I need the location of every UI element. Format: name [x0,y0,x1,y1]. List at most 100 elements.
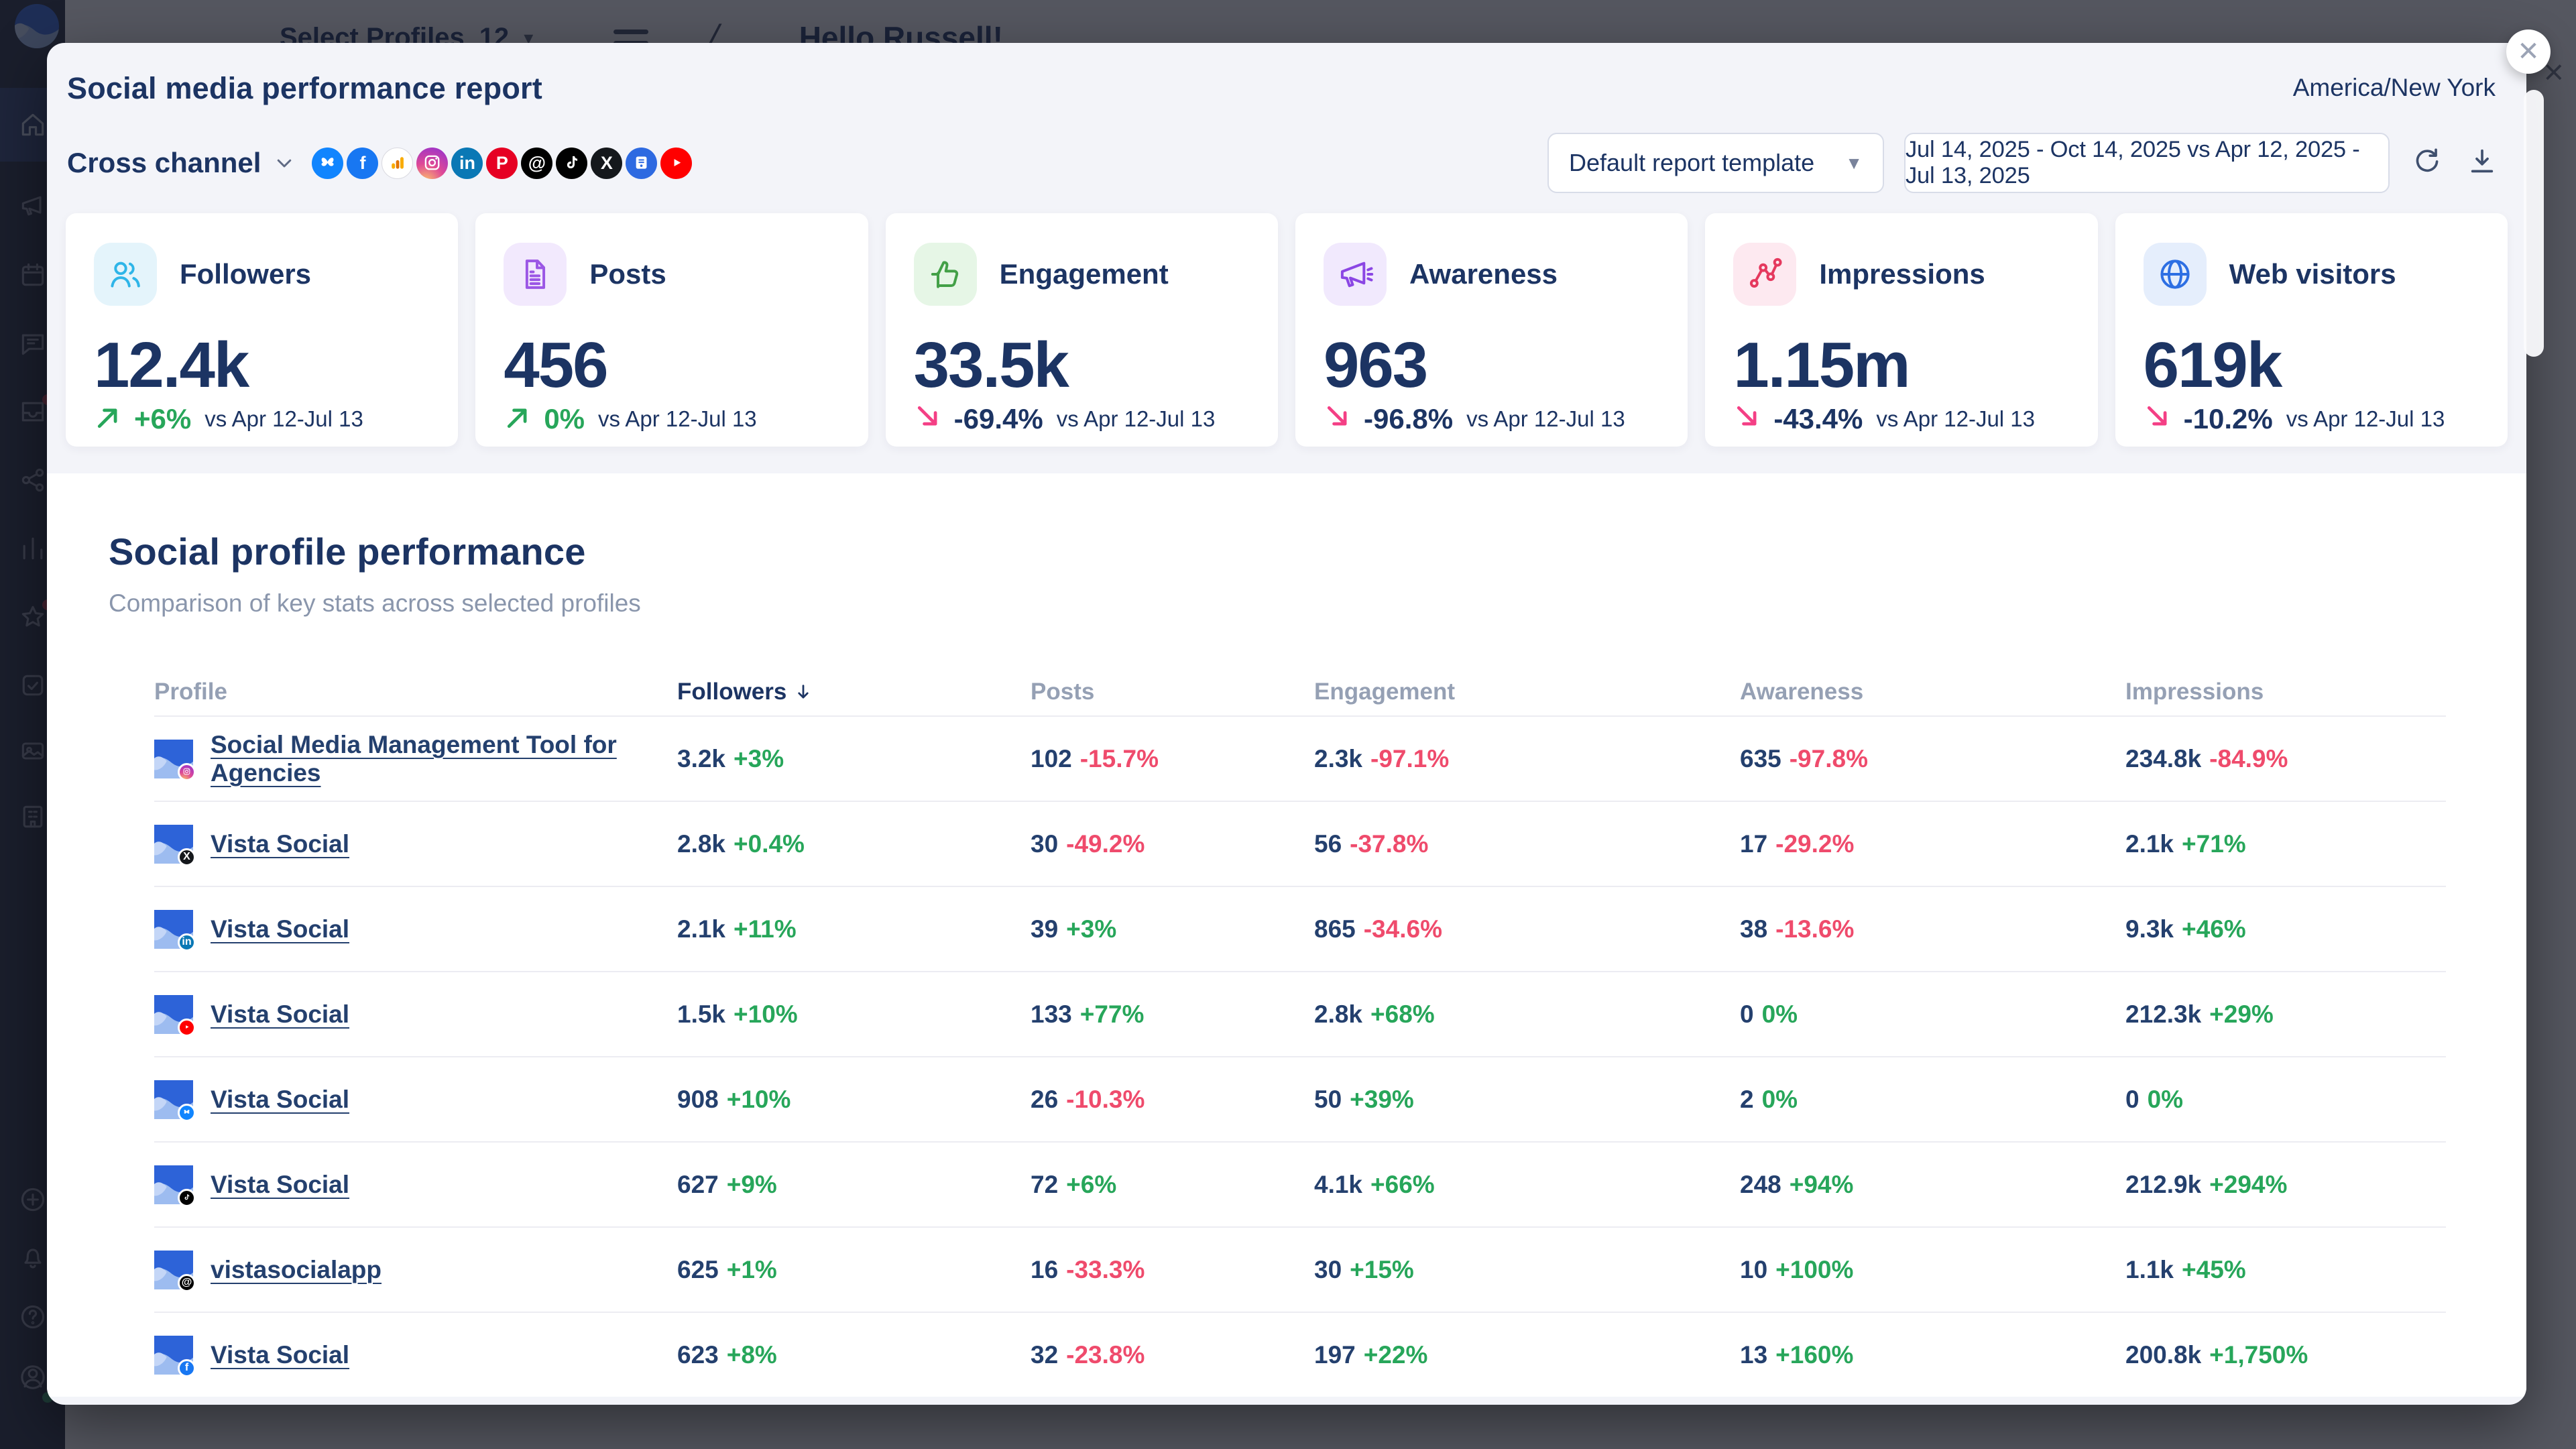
cell-posts-delta: -49.2% [1066,830,1145,858]
stat-cards-row: Followers12.4k+6%vs Apr 12-Jul 13Posts45… [47,193,2526,473]
cell-awareness: 38-13.6% [1740,915,1854,943]
impressions-icon [1733,243,1796,306]
stat-card-delta: 0% [544,403,585,435]
cell-engagement: 30+15% [1314,1256,1414,1283]
awareness-icon [1324,243,1387,306]
platform-icon-row: finP@X [312,148,692,179]
cell-followers: 908+10% [677,1086,791,1113]
cell-awareness: 00% [1740,1000,1798,1028]
cell-posts: 32-23.8% [1031,1341,1145,1369]
youtube-badge-icon [178,1019,196,1037]
cell-awareness: 13+160% [1740,1341,1853,1369]
profile-avatar [154,1080,193,1119]
cell-impressions-delta: +1,750% [2209,1341,2308,1369]
profile-link[interactable]: Vista Social [211,1086,349,1114]
cell-engagement-delta: -37.8% [1350,830,1428,858]
stat-card-label: Awareness [1409,258,1558,290]
google-analytics-icon [382,148,413,179]
cell-impressions-delta: +45% [2182,1256,2246,1283]
section-title: Social profile performance [109,530,2446,573]
tiktok-icon [556,148,587,179]
cell-engagement-delta: +68% [1370,1000,1435,1028]
cell-engagement-delta: -34.6% [1364,915,1442,943]
stat-card-compare: vs Apr 12-Jul 13 [2286,406,2445,432]
table-row: Vista Social627+9%72+6%4.1k+66%248+94%21… [154,1141,2446,1226]
threads-icon: @ [521,148,552,179]
stat-card-compare: vs Apr 12-Jul 13 [1057,406,1216,432]
column-header-profile[interactable]: Profile [154,679,677,705]
cell-posts: 102-15.7% [1031,745,1159,772]
cell-impressions: 1.1k+45% [2125,1256,2246,1283]
column-header-engagement[interactable]: Engagement [1314,679,1740,705]
profile-link[interactable]: vistasocialapp [211,1256,382,1284]
cell-impressions-delta: +71% [2182,830,2246,858]
profile-link[interactable]: Vista Social [211,1171,349,1199]
stat-card-value: 12.4k [94,329,430,402]
cell-engagement-delta: +22% [1364,1341,1428,1369]
cell-followers: 2.8k+0.4% [677,830,805,858]
channel-selector[interactable]: Cross channel [67,147,294,179]
screen: Select Profiles 12 ▾ / Hello Russell! × … [0,0,2576,1449]
profile-link[interactable]: Vista Social [211,1000,349,1029]
cell-posts-delta: +3% [1066,915,1116,943]
cell-awareness-delta: +100% [1775,1256,1853,1283]
cell-awareness: 20% [1740,1086,1798,1113]
profile-avatar: f [154,1336,193,1375]
section-subtitle: Comparison of key stats across selected … [109,589,2446,618]
cell-followers: 2.1k+11% [677,915,797,943]
cell-impressions: 9.3k+46% [2125,915,2246,943]
channel-selector-label: Cross channel [67,147,261,179]
sort-desc-icon [793,682,813,702]
cell-impressions-delta: +46% [2182,915,2246,943]
cell-engagement: 56-37.8% [1314,830,1428,858]
cell-posts: 16-33.3% [1031,1256,1145,1283]
stat-card-delta: -10.2% [2184,403,2273,435]
column-header-followers[interactable]: Followers [677,679,1031,705]
cell-impressions: 200.8k+1,750% [2125,1341,2308,1369]
chevron-down-icon [274,153,294,173]
cell-awareness-delta: -29.2% [1775,830,1854,858]
cell-followers: 3.2k+3% [677,745,784,772]
cell-posts-delta: -10.3% [1066,1086,1145,1113]
profile-avatar [154,995,193,1034]
stat-card-followers: Followers12.4k+6%vs Apr 12-Jul 13 [66,213,458,447]
stat-card-delta: -96.8% [1364,403,1453,435]
trend-up-icon [504,402,533,435]
profile-link[interactable]: Social Media Management Tool for Agencie… [211,731,677,787]
cell-awareness-delta: -13.6% [1775,915,1854,943]
column-header-impressions[interactable]: Impressions [2125,679,2446,705]
stat-card-value: 619k [2144,329,2479,402]
table-row: XVista Social2.8k+0.4%30-49.2%56-37.8%17… [154,801,2446,886]
table-row: Vista Social1.5k+10%133+77%2.8k+68%00%21… [154,971,2446,1056]
cell-engagement: 50+39% [1314,1086,1414,1113]
report-template-value: Default report template [1569,149,1814,177]
column-header-posts[interactable]: Posts [1031,679,1314,705]
report-template-select[interactable]: Default report template ▼ [1547,133,1884,193]
cell-posts-delta: +6% [1066,1171,1116,1198]
profile-avatar [154,740,193,778]
stat-card-delta: -69.4% [954,403,1043,435]
cell-awareness-delta: +94% [1790,1171,1854,1198]
column-header-awareness[interactable]: Awareness [1740,679,2125,705]
profile-link[interactable]: Vista Social [211,1341,349,1369]
refresh-button[interactable] [2410,146,2445,180]
stat-card-compare: vs Apr 12-Jul 13 [598,406,757,432]
cell-engagement-delta: +15% [1350,1256,1414,1283]
cell-impressions-delta: -84.9% [2209,745,2288,772]
modal-scrollbar-thumb[interactable] [2524,90,2544,357]
web-visitors-icon [2144,243,2207,306]
cell-engagement: 197+22% [1314,1341,1427,1369]
stat-card-delta: -43.4% [1773,403,1863,435]
cell-followers-delta: +11% [734,915,797,943]
profile-link[interactable]: Vista Social [211,830,349,858]
modal-close-button[interactable]: ✕ [2506,30,2551,74]
cell-followers: 625+1% [677,1256,777,1283]
x-icon: X [591,148,622,179]
profile-link[interactable]: Vista Social [211,915,349,943]
date-range-button[interactable]: Jul 14, 2025 - Oct 14, 2025 vs Apr 12, 2… [1904,133,2390,193]
engagement-icon [914,243,977,306]
stat-card-posts: Posts4560%vs Apr 12-Jul 13 [475,213,868,447]
download-button[interactable] [2465,146,2500,180]
google-business-icon [626,148,657,179]
cell-followers-delta: +10% [734,1000,798,1028]
